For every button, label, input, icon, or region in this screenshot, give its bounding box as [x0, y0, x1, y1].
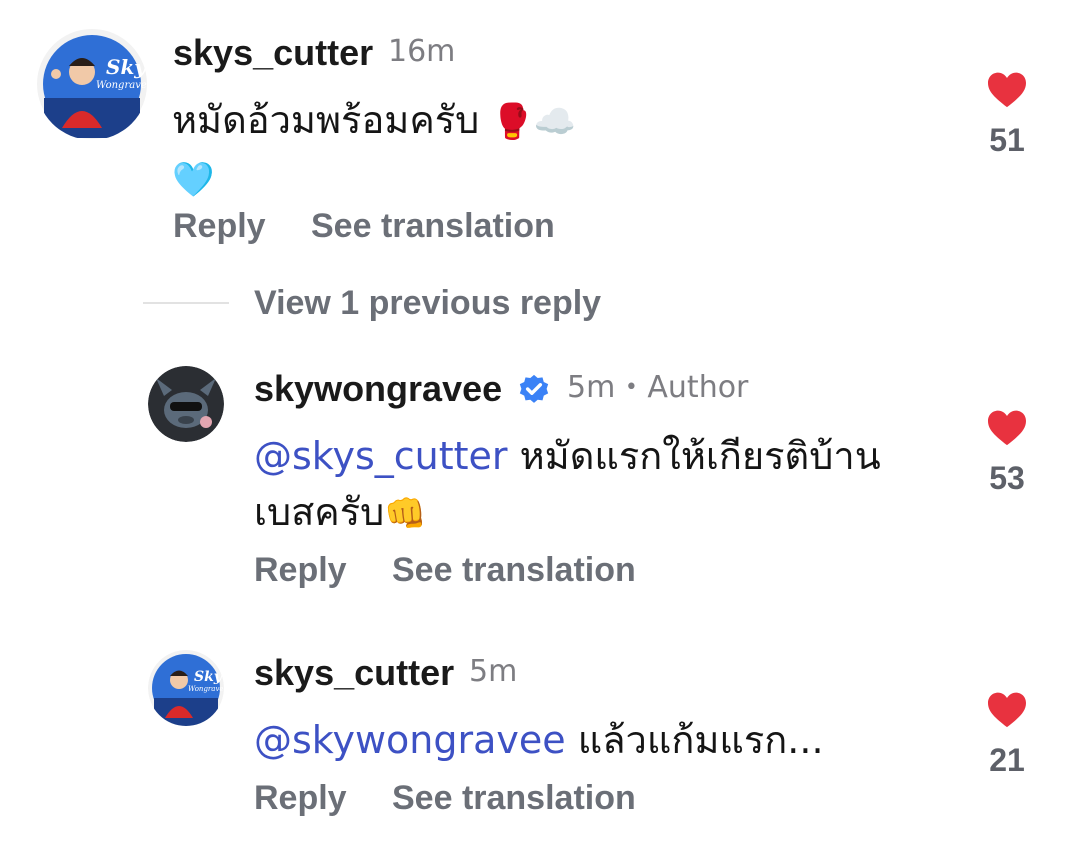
reply2-reply-button[interactable]: Reply	[254, 779, 347, 818]
reply1-like-button[interactable]: 53	[967, 408, 1047, 497]
reply1-text-line2: เบสครับ	[254, 490, 385, 534]
mention-link[interactable]: @skys_cutter	[254, 434, 508, 478]
replies-divider	[143, 302, 229, 304]
reply1-username[interactable]: skywongravee	[254, 368, 502, 410]
avatar-skywongravee[interactable]	[148, 366, 224, 442]
svg-text:Sky: Sky	[194, 669, 223, 685]
light-blue-heart-icon: 🩵	[172, 160, 215, 200]
verified-badge-icon	[519, 374, 549, 403]
separator-dot: •	[624, 375, 638, 400]
comment-text: หมัดอ้วมพร้อมครับ	[172, 98, 480, 142]
avatar-skys-cutter[interactable]: Sky Wongravee	[36, 28, 148, 140]
heart-icon	[988, 692, 1026, 728]
reply1-time: 5m	[567, 370, 616, 405]
reply1-body: @skys_cutter หมัดแรกให้เกียรติบ้าน เบสคร…	[254, 428, 914, 542]
reply2-body: @skywongravee แล้วแก้มแรก...	[254, 712, 914, 768]
reply1-timestamp: 5m • Author	[567, 370, 748, 405]
reply1-see-translation-button[interactable]: See translation	[392, 551, 636, 590]
reply1-like-count: 53	[989, 460, 1025, 496]
fist-icon: 👊	[384, 494, 427, 534]
see-translation-button[interactable]: See translation	[311, 207, 555, 246]
svg-text:Wongravee: Wongravee	[188, 685, 224, 693]
comment-body: หมัดอ้วมพร้อมครับ 🥊☁️ 🩵	[172, 92, 892, 208]
cloud-icon: ☁️	[533, 102, 577, 142]
reply2-like-button[interactable]: 21	[967, 690, 1047, 779]
heart-icon	[988, 72, 1026, 108]
reply2-text: แล้วแก้มแรก...	[565, 718, 824, 762]
reply2-see-translation-button[interactable]: See translation	[392, 779, 636, 818]
boxing-glove-icon: 🥊	[491, 102, 534, 142]
reply1-text-line1: หมัดแรกให้เกียรติบ้าน	[507, 434, 881, 478]
reply1-reply-button[interactable]: Reply	[254, 551, 347, 590]
reply2-like-count: 21	[989, 742, 1025, 778]
reply2-timestamp: 5m	[469, 654, 518, 689]
like-count: 51	[989, 122, 1025, 158]
reply2-username[interactable]: skys_cutter	[254, 652, 454, 694]
comment-username[interactable]: skys_cutter	[173, 32, 373, 74]
avatar-skys-cutter-reply[interactable]: Sky Wongravee	[148, 650, 224, 726]
view-previous-replies-button[interactable]: View 1 previous reply	[254, 284, 601, 323]
heart-icon	[988, 410, 1026, 446]
svg-text:Wongravee: Wongravee	[96, 80, 148, 91]
svg-text:Sky: Sky	[106, 55, 147, 79]
comment-timestamp: 16m	[388, 34, 456, 69]
author-label: Author	[647, 370, 749, 405]
like-button[interactable]: 51	[967, 70, 1047, 159]
mention-link[interactable]: @skywongravee	[254, 718, 566, 762]
reply-button[interactable]: Reply	[173, 207, 266, 246]
